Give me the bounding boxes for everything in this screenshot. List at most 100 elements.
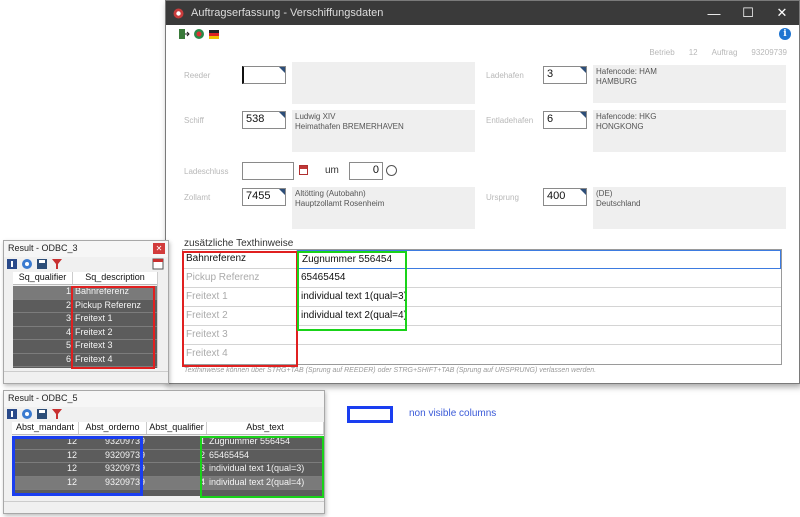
ursprung-value: 400 bbox=[547, 190, 566, 202]
texthinweise-value[interactable] bbox=[297, 345, 781, 364]
schiff-input[interactable]: 538 bbox=[242, 111, 286, 129]
zollamt-input[interactable]: 7455 bbox=[242, 188, 286, 206]
filter-icon[interactable] bbox=[51, 258, 63, 270]
legend-text: non visible columns bbox=[409, 408, 497, 419]
cell-qualifier: 3 bbox=[199, 463, 205, 473]
cell-qualifier: 4 bbox=[199, 476, 205, 487]
ladehafen-value: 3 bbox=[547, 68, 554, 80]
green-highlight-box bbox=[297, 251, 407, 331]
entladehafen-input[interactable]: 6 bbox=[543, 111, 587, 129]
ladehafen-info-line2: HAMBURG bbox=[596, 77, 637, 86]
ursprung-info-panel: (DE) Deutschland bbox=[593, 187, 786, 229]
result-odbc5-toolbar bbox=[4, 407, 324, 421]
window-title: Auftragserfassung - Verschiffungsdaten bbox=[191, 7, 384, 19]
result-odbc5-header: Abst_mandant Abst_orderno Abst_qualifier… bbox=[12, 422, 324, 435]
zollamt-value: 7455 bbox=[246, 190, 271, 202]
calendar-icon[interactable] bbox=[299, 165, 308, 175]
column-header[interactable]: Abst_qualifier bbox=[147, 422, 207, 434]
entladehafen-info-line2: HONGKONG bbox=[596, 122, 644, 131]
cell-qualifier: 5 bbox=[65, 340, 71, 350]
vertical-scrollbar[interactable] bbox=[157, 272, 168, 368]
ladeschluss-time-input[interactable]: 0 bbox=[349, 162, 383, 180]
ladehafen-info-panel: Hafencode: HAM HAMBURG bbox=[593, 65, 786, 103]
cell-qualifier: 1 bbox=[65, 286, 71, 296]
info-doc-icon[interactable] bbox=[6, 258, 18, 270]
refresh-icon[interactable] bbox=[21, 408, 33, 420]
close-icon[interactable]: ✕ bbox=[153, 243, 165, 254]
zollamt-info-panel: Altötting (Autobahn) Hauptzollamt Rosenh… bbox=[292, 187, 475, 229]
ladeschluss-date-input[interactable] bbox=[242, 162, 294, 180]
result-odbc3-toolbar bbox=[4, 257, 168, 271]
close-button[interactable]: ✕ bbox=[765, 1, 799, 25]
column-header[interactable]: Abst_mandant bbox=[12, 422, 79, 434]
app-icon bbox=[173, 8, 184, 18]
um-label: um bbox=[325, 165, 339, 176]
green-highlight-box bbox=[200, 436, 324, 498]
ladehafen-input[interactable]: 3 bbox=[543, 66, 587, 84]
schiff-value: 538 bbox=[246, 113, 265, 125]
ladeschluss-time-value: 0 bbox=[372, 164, 379, 176]
reeder-input[interactable] bbox=[242, 66, 286, 84]
info-icon[interactable]: i bbox=[779, 28, 791, 40]
toolbar bbox=[166, 25, 799, 43]
ladeschluss-label: Ladeschluss bbox=[184, 167, 229, 176]
column-header[interactable]: Abst_text bbox=[207, 422, 324, 434]
info-doc-icon[interactable] bbox=[6, 408, 18, 420]
cell-qualifier: 2 bbox=[65, 299, 71, 310]
refresh-icon[interactable] bbox=[21, 258, 33, 270]
ursprung-label: Ursprung bbox=[486, 193, 519, 202]
filter-icon[interactable] bbox=[51, 408, 63, 420]
ladehafen-label: Ladehafen bbox=[486, 71, 524, 80]
globe-icon[interactable] bbox=[193, 28, 205, 40]
auftrag-label: Auftrag bbox=[711, 48, 738, 57]
cell-qualifier: 1 bbox=[199, 436, 205, 446]
ursprung-input[interactable]: 400 bbox=[543, 188, 587, 206]
betreib-value: 12 bbox=[688, 48, 698, 57]
entladehafen-info-panel: Hafencode: HKG HONGKONG bbox=[593, 110, 786, 152]
column-header[interactable]: Sq_description bbox=[73, 272, 158, 284]
blue-highlight-box bbox=[12, 436, 143, 496]
result-odbc3-title: Result - ODBC_3 bbox=[8, 243, 78, 253]
clock-icon[interactable] bbox=[386, 165, 397, 176]
column-header[interactable]: Sq_qualifier bbox=[13, 272, 73, 284]
minimize-button[interactable]: — bbox=[697, 1, 731, 25]
red-highlight-box bbox=[182, 251, 298, 367]
maximize-button[interactable]: ☐ bbox=[731, 1, 765, 25]
betreib-label: Betrieb bbox=[649, 48, 675, 57]
horizontal-scrollbar[interactable] bbox=[4, 501, 324, 513]
save-icon[interactable] bbox=[36, 408, 48, 420]
result-odbc5-window: Result - ODBC_5 Abst_mandant Abst_ordern… bbox=[3, 390, 325, 514]
entladehafen-label: Entladehafen bbox=[486, 116, 534, 125]
zollamt-info-line2: Hauptzollamt Rosenheim bbox=[295, 199, 385, 208]
reeder-label: Reeder bbox=[184, 71, 211, 80]
red-highlight-box bbox=[71, 286, 155, 369]
navigation-hint: Texthinweise können über STRG+TAB (Sprun… bbox=[184, 367, 597, 374]
schiff-label: Schiff bbox=[184, 116, 204, 125]
schiff-info-panel: Ludwig XIV Heimathafen BREMERHAVEN bbox=[292, 110, 475, 152]
export-icon[interactable] bbox=[152, 258, 164, 270]
legend-blue-box bbox=[347, 406, 393, 423]
result-odbc5-titlebar[interactable]: Result - ODBC_5 bbox=[4, 391, 324, 407]
result-odbc3-window: Result - ODBC_3 ✕ Sq_qualifier Sq_descri… bbox=[3, 240, 169, 384]
auftrag-value: 93209739 bbox=[751, 48, 787, 57]
ladehafen-info-line1: Hafencode: HAM bbox=[596, 67, 657, 76]
order-entry-window: Auftragserfassung - Verschiffungsdaten —… bbox=[165, 0, 800, 384]
schiff-info-line2: Heimathafen BREMERHAVEN bbox=[295, 122, 404, 131]
entladehafen-value: 6 bbox=[547, 113, 554, 125]
cell-qualifier: 6 bbox=[65, 353, 71, 364]
header-info: Betrieb 12 Auftrag 93209739 bbox=[649, 48, 787, 57]
cell-qualifier: 2 bbox=[199, 449, 205, 460]
cell-qualifier: 3 bbox=[65, 313, 71, 323]
ursprung-info-line2: Deutschland bbox=[596, 199, 641, 208]
title-bar[interactable]: Auftragserfassung - Verschiffungsdaten —… bbox=[166, 1, 799, 25]
reeder-info-panel bbox=[292, 62, 475, 104]
ursprung-info-line1: (DE) bbox=[596, 189, 613, 198]
result-odbc3-header: Sq_qualifier Sq_description bbox=[13, 272, 158, 285]
flag-icon[interactable] bbox=[208, 28, 220, 40]
zollamt-info-line1: Altötting (Autobahn) bbox=[295, 189, 366, 198]
save-exit-icon[interactable] bbox=[178, 28, 190, 40]
save-icon[interactable] bbox=[36, 258, 48, 270]
column-header[interactable]: Abst_orderno bbox=[79, 422, 147, 434]
result-odbc3-titlebar[interactable]: Result - ODBC_3 ✕ bbox=[4, 241, 168, 257]
horizontal-scrollbar[interactable] bbox=[4, 371, 168, 383]
